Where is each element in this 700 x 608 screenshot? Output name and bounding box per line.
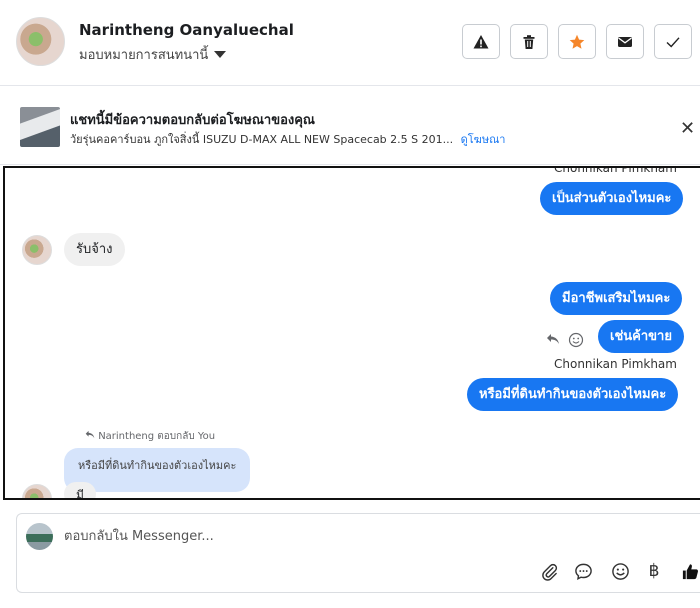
page-avatar [26, 523, 53, 550]
message-bubble-incoming[interactable]: รับจ้าง [64, 233, 125, 266]
chat-bubble-icon [574, 563, 592, 580]
reply-context: Narintheng ตอบกลับ You [85, 429, 215, 444]
mark-done-button[interactable] [654, 24, 692, 59]
warning-icon [473, 34, 489, 48]
message-bubble-outgoing[interactable]: มีอาชีพเสริมไหมคะ [550, 282, 683, 315]
emoji-button[interactable] [609, 560, 631, 582]
ad-reply-banner: แชทนี้มีข้อความตอบกลับต่อโฆษณาของคุณ วัย… [0, 87, 700, 165]
check-icon [666, 36, 680, 48]
contact-avatar-small [22, 235, 52, 265]
react-emoji-icon[interactable] [568, 332, 584, 352]
like-button[interactable] [679, 560, 700, 582]
reply-icon[interactable] [546, 333, 560, 349]
sender-name: Chonnikan Pimkham [554, 357, 677, 371]
saved-replies-button[interactable] [572, 560, 594, 582]
assign-conversation-dropdown[interactable]: มอบหมายการสนทนานี้ [79, 44, 227, 65]
message-thread[interactable]: Chonnikan Pimkham เป็นส่วนตัวเองไหมคะ รั… [3, 166, 700, 500]
star-button[interactable] [558, 24, 596, 59]
contact-avatar-small [22, 484, 52, 498]
ad-thumbnail [20, 107, 60, 147]
thumbs-up-icon [682, 563, 698, 579]
view-ad-link[interactable]: ดูโฆษณา [461, 133, 506, 146]
star-icon [569, 34, 585, 49]
reply-input[interactable] [64, 526, 624, 546]
attach-file-button[interactable] [538, 560, 560, 582]
conversation-header: Narintheng Oanyaluechal มอบหมายการสนทนาน… [0, 0, 700, 86]
sender-name: Chonnikan Pimkham [554, 166, 677, 175]
reply-note-text: Narintheng ตอบกลับ You [98, 431, 216, 442]
contact-name[interactable]: Narintheng Oanyaluechal [79, 21, 294, 39]
message-bubble-outgoing[interactable]: เป็นส่วนตัวเองไหมคะ [540, 182, 684, 215]
envelope-icon [618, 36, 632, 47]
smiley-icon [611, 562, 629, 580]
assign-label: มอบหมายการสนทนานี้ [79, 48, 209, 63]
caret-down-icon [214, 51, 227, 58]
message-composer: ฿ [16, 513, 700, 593]
contact-avatar[interactable] [16, 17, 65, 66]
delete-button[interactable] [510, 24, 548, 59]
ad-description: วัยรุ่นคอคาร์บอน ภูกใจสิ่งนี้ ISUZU D-MA… [70, 133, 454, 146]
ad-banner-title: แชทนี้มีข้อความตอบกลับต่อโฆษณาของคุณ [70, 113, 315, 128]
payment-button[interactable]: ฿ [643, 560, 665, 582]
mark-unread-button[interactable] [606, 24, 644, 59]
trash-icon [523, 34, 535, 49]
message-bubble-outgoing[interactable]: เช่นค้าขาย [598, 320, 684, 353]
message-bubble-outgoing[interactable]: หรือมีที่ดินทำกินของตัวเองไหมคะ [467, 378, 679, 411]
close-icon[interactable]: ✕ [680, 118, 695, 139]
message-bubble-incoming[interactable]: มี [64, 482, 96, 498]
ad-banner-subtitle: วัยรุ่นคอคาร์บอน ภูกใจสิ่งนี้ ISUZU D-MA… [70, 130, 505, 148]
reply-arrow-icon [85, 430, 95, 439]
baht-icon: ฿ [648, 561, 660, 581]
paperclip-icon [541, 563, 557, 581]
report-button[interactable] [462, 24, 500, 59]
